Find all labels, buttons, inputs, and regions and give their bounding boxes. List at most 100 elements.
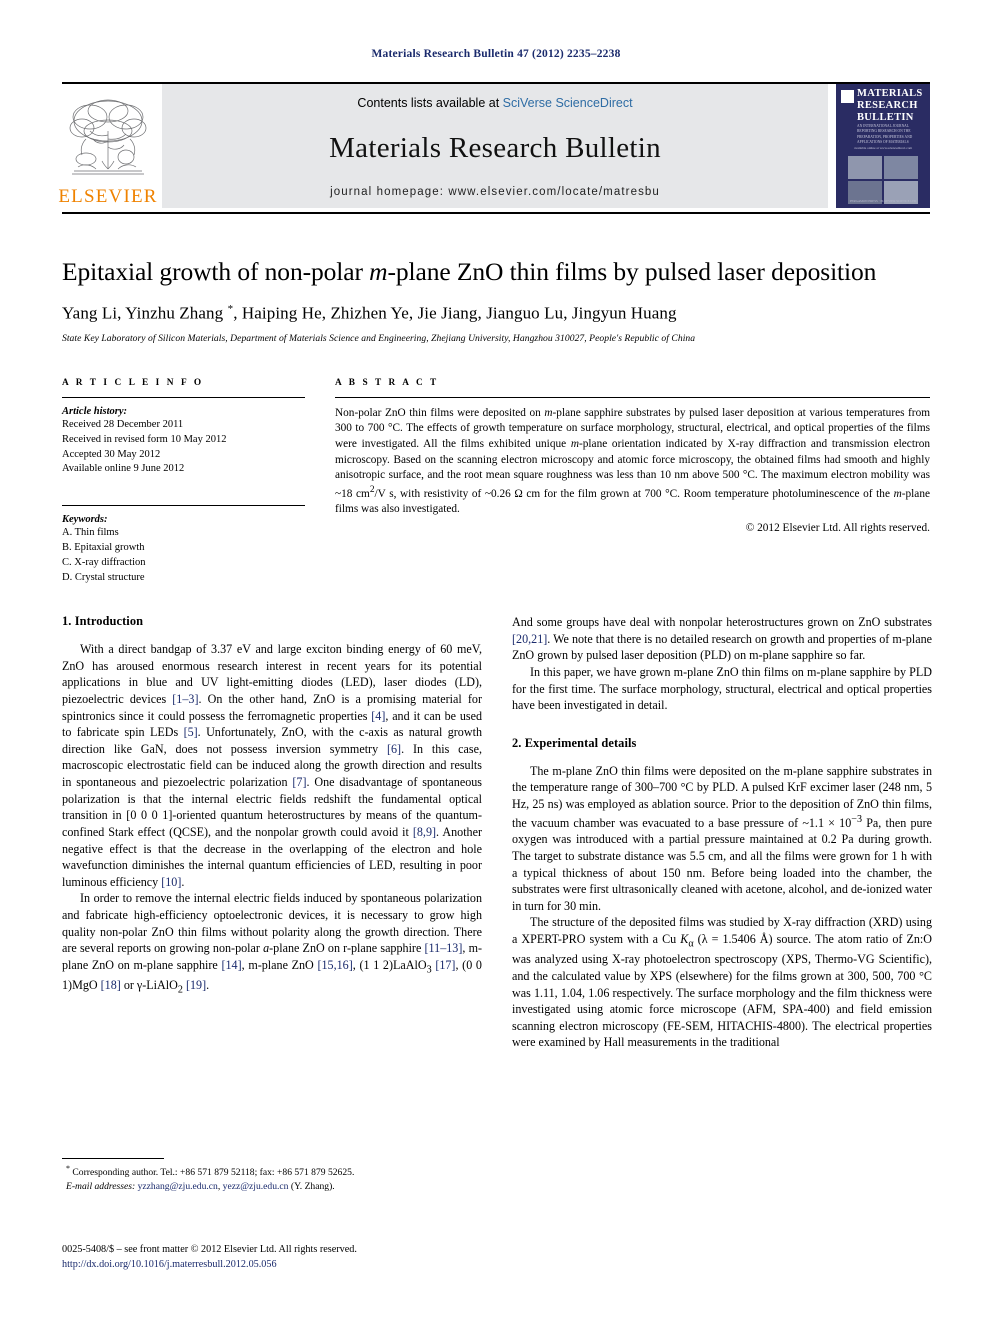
elsevier-tree-icon bbox=[69, 99, 147, 175]
text-seg: , m-plane ZnO bbox=[241, 957, 318, 972]
intro-paragraph-1: With a direct bandgap of 3.37 eV and lar… bbox=[62, 641, 482, 890]
text-seg: -plane ZnO on r-plane sapphire bbox=[269, 941, 425, 956]
abstract-label: A B S T R A C T bbox=[335, 377, 439, 388]
page-title: Epitaxial growth of non-polar m-plane Zn… bbox=[62, 256, 930, 287]
authors-lead: Yang Li, Yinzhu Zhang bbox=[62, 303, 228, 323]
list-item: A. Thin films bbox=[62, 527, 119, 539]
paper-page: Materials Research Bulletin 47 (2012) 22… bbox=[0, 0, 992, 1323]
citation-ref[interactable]: [4] bbox=[371, 709, 385, 723]
text-seg: , (1 1 2)LaAlO bbox=[352, 957, 427, 972]
elsevier-wordmark: ELSEVIER bbox=[58, 186, 158, 207]
title-part-1: Epitaxial growth of non-polar bbox=[62, 257, 370, 286]
list-item: Received in revised form 10 May 2012 bbox=[62, 433, 227, 445]
email-tail: (Y. Zhang). bbox=[288, 1180, 335, 1192]
intro-paragraph-2: In order to remove the internal electric… bbox=[62, 890, 482, 997]
citation-ref[interactable]: [10] bbox=[161, 875, 181, 889]
body-columns: 1. Introduction With a direct bandgap of… bbox=[62, 586, 932, 1051]
issn-copyright-line: 0025-5408/$ – see front matter © 2012 El… bbox=[62, 1244, 357, 1255]
citation-ref[interactable]: [19] bbox=[186, 978, 206, 992]
experimental-paragraph-1: The m-plane ZnO thin films were deposite… bbox=[512, 763, 932, 915]
journal-homepage[interactable]: journal homepage: www.elsevier.com/locat… bbox=[330, 186, 660, 198]
contents-line: Contents lists available at SciVerse Sci… bbox=[357, 96, 632, 110]
article-info-label: A R T I C L E I N F O bbox=[62, 377, 204, 388]
list-item: Received 28 December 2011 bbox=[62, 418, 184, 430]
abstract-italic-m-1: m bbox=[544, 406, 553, 419]
citation-ref[interactable]: [6] bbox=[387, 742, 401, 756]
title-italic-m: m bbox=[369, 257, 388, 286]
journal-cover-thumbnail: MATERIALS RESEARCH BULLETIN AN INTERNATI… bbox=[836, 84, 930, 208]
intro-paragraph-4: In this paper, we have grown m-plane ZnO… bbox=[512, 664, 932, 714]
email-link-1[interactable]: yzzhang@zju.edu.cn bbox=[138, 1181, 218, 1192]
title-block: Epitaxial growth of non-polar m-plane Zn… bbox=[62, 214, 930, 344]
experimental-paragraph-2: The structure of the deposited films was… bbox=[512, 914, 932, 1051]
text-seg: And some groups have deal with nonpolar … bbox=[512, 615, 932, 630]
keywords-rule bbox=[62, 505, 305, 507]
citation-ref[interactable]: [7] bbox=[292, 775, 306, 789]
keywords-title: Keywords: bbox=[62, 514, 108, 526]
citation-ref[interactable]: [15,16] bbox=[317, 958, 352, 972]
footnote-block: * Corresponding author. Tel.: +86 571 87… bbox=[62, 1158, 482, 1193]
article-history-list: Received 28 December 2011 Received in re… bbox=[62, 418, 305, 478]
citation-ref[interactable]: [11–13] bbox=[425, 941, 463, 955]
author-list: Yang Li, Yinzhu Zhang *, Haiping He, Zhi… bbox=[62, 303, 930, 324]
abstract-seg-a: Non-polar ZnO thin films were deposited … bbox=[335, 406, 545, 419]
abstract-italic-m-3: m bbox=[893, 487, 902, 500]
email-link-2[interactable]: yezz@zju.edu.cn bbox=[223, 1181, 289, 1192]
abstract-rule bbox=[335, 396, 930, 398]
citation-ref[interactable]: [1–3] bbox=[172, 692, 198, 706]
email-label: E-mail addresses: bbox=[66, 1180, 136, 1192]
citation-ref[interactable]: [14] bbox=[221, 958, 241, 972]
info-abstract-row: A R T I C L E I N F O Article history: R… bbox=[62, 344, 930, 586]
abstract-column: A B S T R A C T Non-polar ZnO thin films… bbox=[335, 378, 930, 586]
cover-mid-caption: available online at www.sciencedirect.co… bbox=[853, 146, 913, 150]
list-item: Accepted 30 May 2012 bbox=[62, 448, 161, 460]
footnote-text: Corresponding author. Tel.: +86 571 879 … bbox=[70, 1167, 355, 1179]
contents-prefix: Contents lists available at bbox=[357, 96, 503, 110]
citation-ref[interactable]: [5] bbox=[184, 725, 198, 739]
text-seg: (λ = 1.5406 Å) source. The atom ratio of… bbox=[512, 932, 932, 1050]
sciencedirect-link[interactable]: SciVerse ScienceDirect bbox=[503, 96, 633, 110]
cover-publisher-badge bbox=[841, 90, 854, 103]
abstract-italic-m-2: m bbox=[570, 437, 579, 450]
journal-header-band: ELSEVIER Contents lists available at Sci… bbox=[58, 84, 930, 208]
footer-block: 0025-5408/$ – see front matter © 2012 El… bbox=[62, 1242, 492, 1273]
text-seg: . We note that there is no detailed rese… bbox=[512, 631, 932, 663]
abstract-copyright: © 2012 Elsevier Ltd. All rights reserved… bbox=[745, 521, 930, 534]
text-seg: . bbox=[181, 874, 185, 889]
subscript-3: 3 bbox=[426, 964, 432, 976]
keywords-list: A. Thin films B. Epitaxial growth C. X-r… bbox=[62, 526, 305, 586]
elsevier-logo: ELSEVIER bbox=[58, 84, 156, 208]
cover-image-grid bbox=[848, 156, 918, 204]
email-note: E-mail addresses: yzzhang@zju.edu.cn, ye… bbox=[62, 1180, 482, 1194]
text-seg: In this paper, we have grown m-plane ZnO… bbox=[512, 664, 932, 713]
citation-ref[interactable]: [20,21] bbox=[512, 632, 547, 646]
section-heading-introduction: 1. Introduction bbox=[62, 614, 144, 629]
footnote-rule bbox=[62, 1158, 164, 1159]
list-item: D. Crystal structure bbox=[62, 572, 145, 584]
abstract-seg-d: /V s, with resistivity of ~0.26 Ω cm for… bbox=[374, 487, 894, 500]
cover-footer-caption: PERGAMON PRESS · ELSEVIER SCIENCE LTD bbox=[849, 199, 917, 203]
citation-ref[interactable]: [18] bbox=[101, 978, 121, 992]
doi-link[interactable]: http://dx.doi.org/10.1016/j.materresbull… bbox=[62, 1257, 492, 1272]
corresponding-author-note: * Corresponding author. Tel.: +86 571 87… bbox=[62, 1163, 482, 1180]
list-item: Available online 9 June 2012 bbox=[62, 463, 185, 475]
keywords-block: Keywords: A. Thin films B. Epitaxial gro… bbox=[62, 505, 305, 586]
body-right-column: And some groups have deal with nonpolar … bbox=[512, 614, 932, 1051]
list-item: C. X-ray diffraction bbox=[62, 557, 146, 569]
list-item: B. Epitaxial growth bbox=[62, 542, 145, 554]
article-info-column: A R T I C L E I N F O Article history: R… bbox=[62, 378, 305, 586]
text-seg: Pa, then pure oxygen was introduced with… bbox=[512, 815, 933, 913]
title-part-2: -plane ZnO thin films by pulsed laser de… bbox=[387, 257, 877, 286]
abstract-text: Non-polar ZnO thin films were deposited … bbox=[335, 406, 930, 518]
article-history-title: Article history: bbox=[62, 405, 128, 417]
journal-header-center: Contents lists available at SciVerse Sci… bbox=[162, 84, 828, 208]
journal-title: Materials Research Bulletin bbox=[329, 131, 661, 164]
citation-ref[interactable]: [17] bbox=[435, 958, 455, 972]
body-left-column: 1. Introduction With a direct bandgap of… bbox=[62, 614, 482, 1051]
intro-paragraph-3: And some groups have deal with nonpolar … bbox=[512, 614, 932, 664]
affiliation: State Key Laboratory of Silicon Material… bbox=[62, 332, 696, 344]
authors-rest: , Haiping He, Zhizhen Ye, Jie Jiang, Jia… bbox=[233, 303, 677, 323]
citation-ref[interactable]: [8,9] bbox=[413, 825, 436, 839]
text-seg: or γ-LiAlO bbox=[120, 978, 178, 993]
text-seg: . bbox=[206, 978, 210, 993]
